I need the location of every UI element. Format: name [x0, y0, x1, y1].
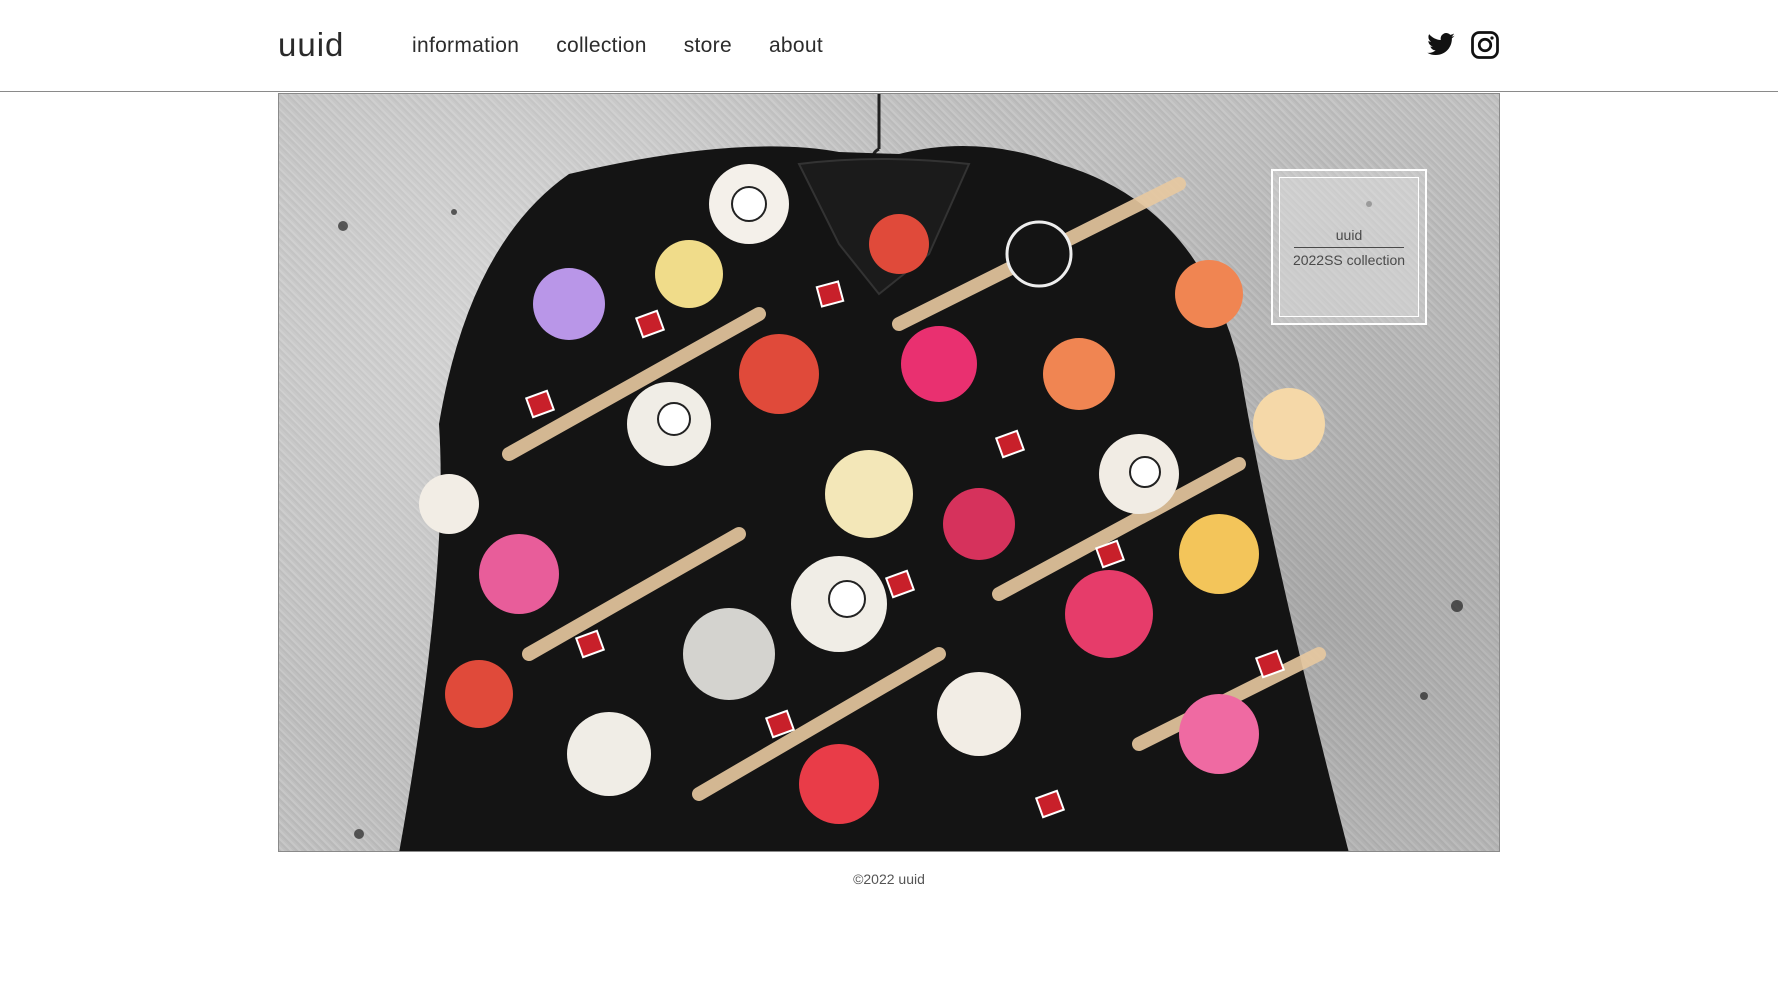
collection-label-title: 2022SS collection: [1292, 251, 1406, 268]
collection-label-divider: [1294, 246, 1404, 248]
main-nav: information collection store about: [412, 34, 860, 58]
nav-item-about[interactable]: about: [769, 34, 823, 58]
hero-image: uuid 2022SS collection: [278, 93, 1500, 852]
twitter-link[interactable]: [1426, 30, 1456, 60]
site-header: uuid information collection store about: [0, 0, 1778, 92]
site-logo[interactable]: uuid: [278, 26, 344, 64]
instagram-icon: [1471, 31, 1499, 59]
collection-label-inner: uuid 2022SS collection: [1279, 177, 1419, 317]
nav-item-collection[interactable]: collection: [556, 34, 647, 58]
footer-copyright: ©2022 uuid: [853, 871, 925, 887]
social-links: [1426, 30, 1514, 60]
collection-label-brand: uuid: [1335, 226, 1363, 243]
twitter-icon: [1427, 33, 1455, 56]
instagram-link[interactable]: [1470, 30, 1500, 60]
nav-item-information[interactable]: information: [412, 34, 519, 58]
nav-item-store[interactable]: store: [684, 34, 732, 58]
collection-label: uuid 2022SS collection: [1271, 169, 1427, 325]
